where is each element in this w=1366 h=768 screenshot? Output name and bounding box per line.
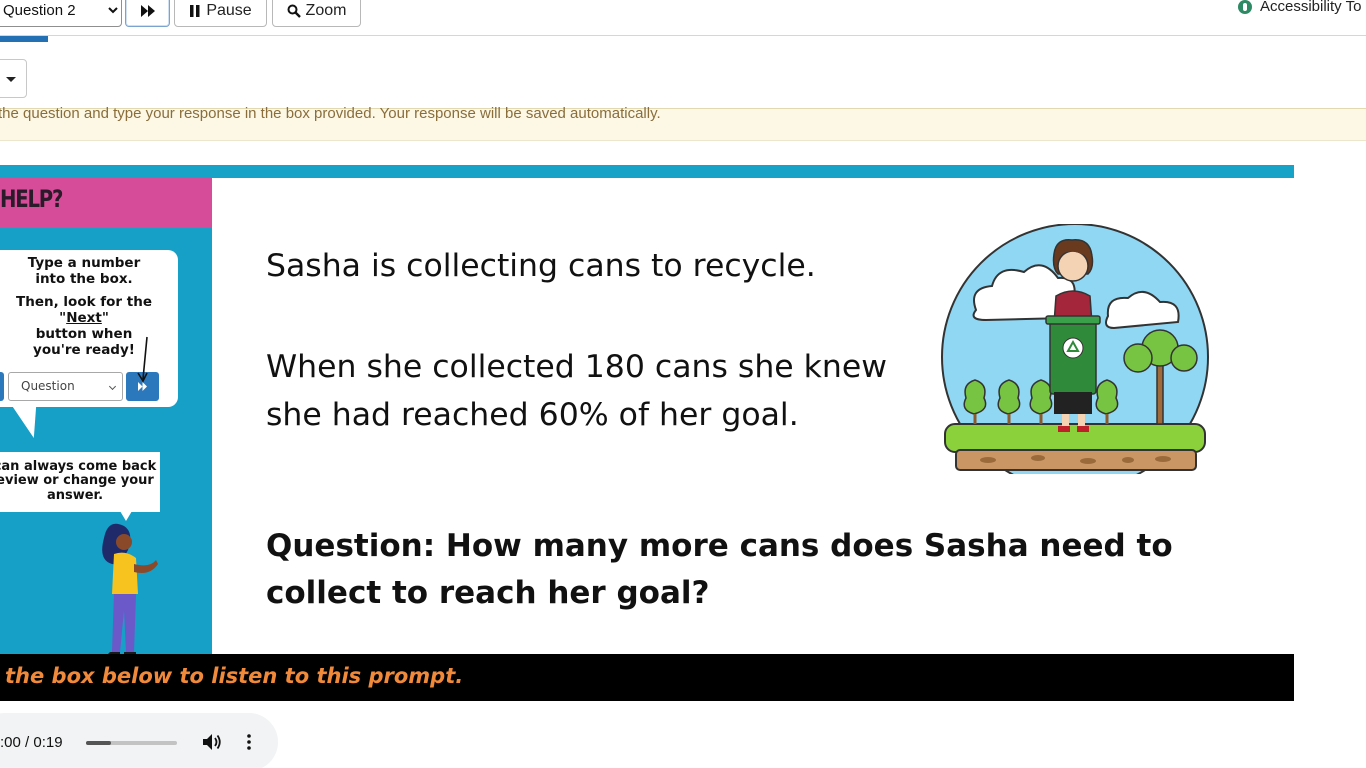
fast-forward-icon — [140, 4, 155, 17]
help-bubble-review: can always come back eview or change you… — [0, 452, 160, 512]
prompt-question: Question: How many more cans does Sasha … — [266, 523, 1173, 617]
help-panel: HELP? Type a number into the box. Then, … — [0, 178, 212, 654]
help-header: HELP? — [0, 178, 212, 228]
audio-prompt-bar: the box below to listen to this prompt. — [0, 654, 1294, 701]
pause-button[interactable]: Pause — [174, 0, 267, 27]
volume-icon[interactable] — [202, 733, 222, 751]
magnifier-icon — [287, 4, 301, 18]
mini-question-select: Question — [8, 372, 123, 401]
next-button[interactable] — [125, 0, 170, 27]
audio-player[interactable]: :00 / 0:19 — [0, 713, 278, 768]
instructions-notice: the question and type your response in t… — [0, 105, 1366, 141]
audio-prompt-text: the box below to listen to this prompt. — [5, 664, 464, 688]
audio-seek-progress — [86, 741, 112, 745]
help-line: you're ready! — [33, 341, 135, 358]
helper-character-illustration — [102, 523, 158, 654]
help-line: eview or change your — [0, 473, 154, 489]
help-line: into the box. — [35, 270, 133, 287]
help-line: " — [101, 309, 109, 326]
help-line: Type a number — [27, 255, 141, 271]
pause-label: Pause — [206, 1, 252, 19]
options-dropdown-button[interactable] — [0, 59, 27, 98]
prompt-fact-line: she had reached 60% of her goal. — [266, 397, 799, 433]
top-toolbar: Question 2 Pause Zoom Accessibility To — [0, 0, 1366, 36]
prompt-top-stripe — [0, 165, 1294, 178]
help-instruction-1: Type a number into the box. — [0, 255, 178, 288]
help-line: can always come back — [0, 459, 157, 474]
pause-icon — [190, 4, 200, 17]
help-bubble-tail — [12, 406, 48, 438]
prompt-fact-line: When she collected 180 cans she knew — [266, 349, 888, 385]
more-vertical-icon[interactable] — [240, 733, 258, 751]
accessibility-tools-button[interactable]: Accessibility To — [1238, 0, 1361, 15]
audio-time: :00 / 0:19 — [0, 734, 63, 751]
help-line: button when — [35, 325, 133, 342]
pointer-arrow-icon — [137, 336, 148, 383]
prompt-question-line: Question: How many more cans does Sasha … — [266, 528, 1173, 564]
caret-down-icon — [6, 77, 16, 82]
notice-text: the question and type your response in t… — [0, 105, 661, 122]
prompt-question-line: collect to reach her goal? — [266, 575, 710, 611]
progress-indicator — [0, 36, 48, 42]
help-next-word: Next — [66, 309, 102, 326]
accessibility-label: Accessibility To — [1260, 0, 1362, 15]
audio-seek-slider[interactable] — [86, 741, 177, 745]
zoom-label: Zoom — [305, 1, 347, 19]
question-select[interactable]: Question 2 — [0, 0, 122, 27]
help-bubble-instructions: Type a number into the box. Then, look f… — [0, 250, 178, 407]
recycling-girl-illustration — [941, 224, 1209, 474]
help-line: answer. — [46, 487, 104, 503]
zoom-button[interactable]: Zoom — [272, 0, 361, 27]
mini-previous-button — [0, 372, 4, 401]
prompt-context: Sasha is collecting cans to recycle. — [266, 248, 816, 284]
help-title: HELP? — [0, 185, 63, 213]
accessibility-icon — [1238, 0, 1252, 14]
prompt-fact: When she collected 180 cans she knew she… — [266, 343, 887, 439]
